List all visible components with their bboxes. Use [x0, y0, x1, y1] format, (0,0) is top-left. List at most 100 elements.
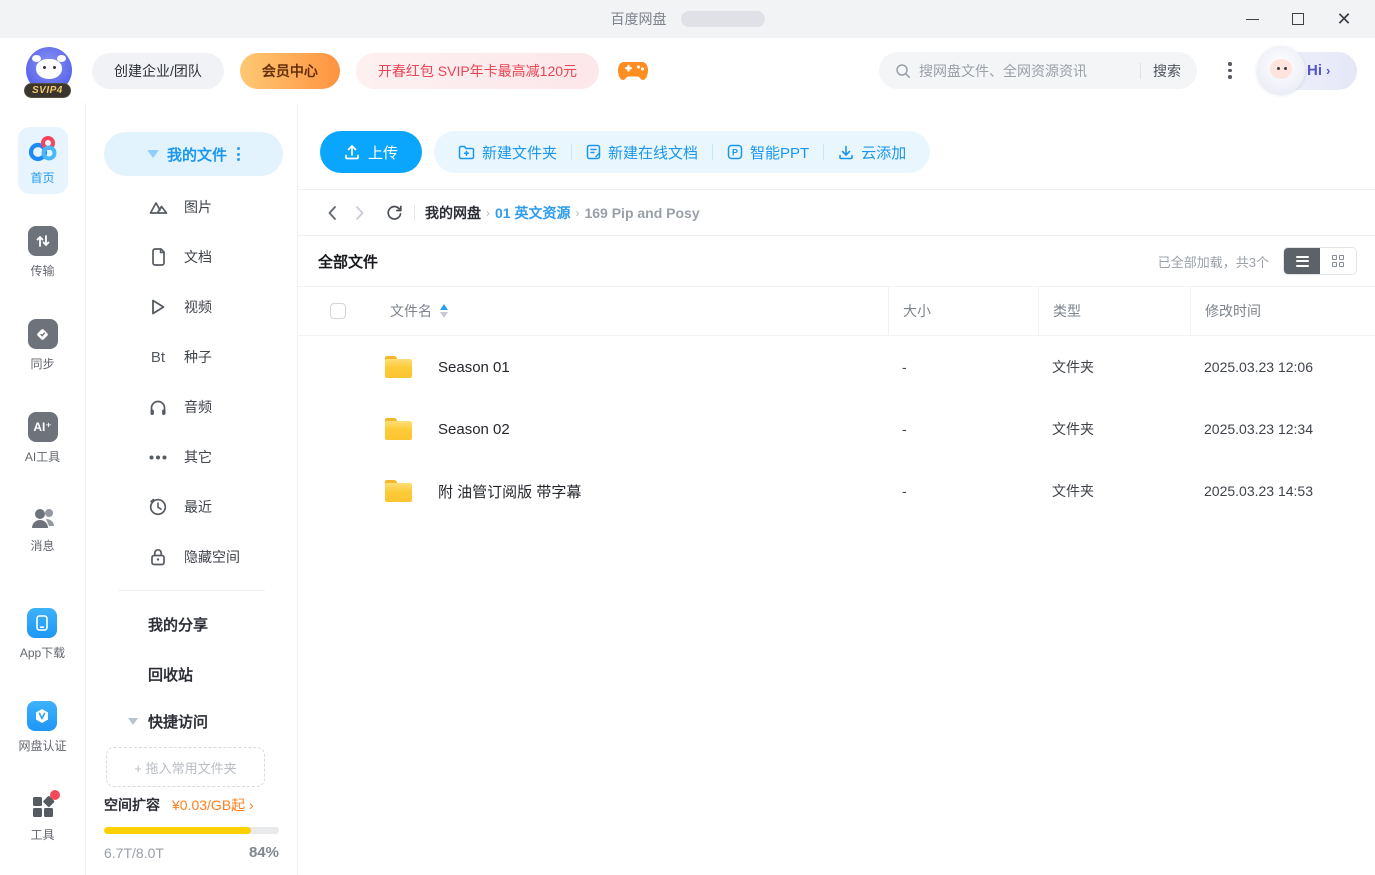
table-row[interactable]: Season 01 - 文件夹 2025.03.23 12:06	[298, 336, 1375, 398]
select-all-checkbox[interactable]	[330, 303, 346, 319]
app-download-icon	[27, 608, 57, 638]
sidebar: 我的文件 图片 文档 视频 Bt 种子	[86, 103, 298, 875]
breadcrumb-item-parent[interactable]: 01 英文资源	[495, 203, 570, 223]
file-name[interactable]: 附 油管订阅版 带字幕	[438, 481, 581, 502]
table-header-row: 文件名 大小 类型 修改时间	[298, 286, 1375, 336]
grid-view-button[interactable]	[1320, 248, 1356, 274]
storage-percent-text: 84%	[249, 844, 279, 861]
sort-icon[interactable]	[440, 304, 448, 318]
quick-access-label: 快捷访问	[148, 711, 208, 732]
folder-icon	[385, 356, 412, 378]
sidebar-item-label: 视频	[184, 297, 212, 317]
refresh-button[interactable]	[380, 199, 408, 227]
new-online-doc-label: 新建在线文档	[608, 142, 698, 163]
lock-icon	[148, 548, 168, 566]
smart-ppt-label: 智能PPT	[750, 142, 809, 163]
user-avatar[interactable]: SVIP4	[26, 47, 74, 95]
minimize-button[interactable]	[1229, 0, 1275, 38]
sidebar-item-label: 文档	[184, 247, 212, 267]
sidebar-item-torrents[interactable]: Bt 种子	[86, 332, 297, 382]
load-status-text: 已全部加载，共3个	[1158, 252, 1269, 271]
back-button[interactable]	[318, 199, 346, 227]
breadcrumb-separator: ›	[486, 206, 490, 220]
sidebar-item-documents[interactable]: 文档	[86, 232, 297, 282]
list-view-button[interactable]	[1284, 248, 1320, 274]
upload-button[interactable]: 上传	[320, 131, 422, 173]
maximize-button[interactable]	[1275, 0, 1321, 38]
rail-item-certification[interactable]: 网盘认证	[8, 693, 76, 762]
new-folder-button[interactable]: 新建文件夹	[444, 142, 571, 163]
game-center-button[interactable]	[617, 58, 649, 84]
svip-badge: SVIP4	[24, 83, 71, 98]
search-submit-button[interactable]: 搜索	[1153, 61, 1181, 81]
breadcrumb-item-root[interactable]: 我的网盘	[425, 203, 481, 223]
storage-expand-link[interactable]: 空间扩容	[104, 795, 160, 815]
close-button[interactable]: ✕	[1321, 0, 1367, 38]
assistant-chip[interactable]: Hi ›	[1261, 52, 1357, 90]
file-size: -	[888, 359, 1038, 375]
breadcrumb: 我的网盘 › 01 英文资源 › 169 Pip and Posy	[425, 203, 700, 223]
rail-item-transfer[interactable]: 传输	[18, 218, 68, 287]
minimize-icon	[1246, 19, 1259, 20]
rail-item-tools[interactable]: 工具	[20, 786, 66, 851]
breadcrumb-item-current: 169 Pip and Posy	[584, 205, 699, 221]
sidebar-item-label: 隐藏空间	[184, 547, 240, 567]
create-team-button[interactable]: 创建企业/团队	[92, 53, 224, 89]
promo-banner[interactable]: 开春红包 SVIP年卡最高减120元	[356, 53, 599, 89]
my-files-menu-icon[interactable]	[237, 147, 240, 161]
vip-center-button[interactable]: 会员中心	[240, 53, 340, 89]
sidebar-item-my-files[interactable]: 我的文件	[104, 132, 283, 176]
sidebar-item-label: 其它	[184, 447, 212, 467]
file-name[interactable]: Season 01	[438, 359, 510, 376]
new-folder-label: 新建文件夹	[482, 142, 557, 163]
audio-icon	[148, 399, 168, 416]
storage-progress-bar	[104, 827, 279, 834]
toolbar: 上传 新建文件夹 新建在线文档 P 智能PPT	[298, 131, 1375, 173]
sidebar-section-quick-access[interactable]: 快捷访问	[86, 699, 297, 743]
cloud-add-icon	[838, 144, 854, 160]
rail-item-messages[interactable]: 消息	[19, 497, 67, 562]
search-input[interactable]	[919, 63, 1128, 79]
rail-item-ai-tools[interactable]: AI⁺ AI工具	[15, 404, 70, 473]
more-menu-button[interactable]	[1213, 54, 1247, 88]
column-header-name[interactable]: 文件名	[390, 301, 432, 321]
new-online-doc-button[interactable]: 新建在线文档	[572, 142, 712, 163]
file-size: -	[888, 483, 1038, 499]
file-modified: 2025.03.23 12:06	[1190, 359, 1375, 375]
sidebar-item-other[interactable]: 其它	[86, 432, 297, 482]
rail-item-app-download[interactable]: App下载	[10, 600, 75, 669]
cloud-add-button[interactable]: 云添加	[824, 142, 920, 163]
file-name[interactable]: Season 02	[438, 421, 510, 438]
column-header-type[interactable]: 类型	[1038, 287, 1190, 335]
cloud-add-label: 云添加	[861, 142, 906, 163]
folder-icon	[385, 480, 412, 502]
assistant-label: Hi	[1307, 62, 1322, 79]
chevron-right-icon	[355, 205, 365, 221]
sidebar-item-recent[interactable]: 最近	[86, 482, 297, 532]
forward-button[interactable]	[346, 199, 374, 227]
rail-item-home[interactable]: 首页	[18, 127, 68, 194]
pictures-icon	[148, 199, 168, 215]
home-logo-icon	[28, 135, 58, 163]
quick-access-drop-zone[interactable]: + 拖入常用文件夹	[106, 747, 265, 787]
table-row[interactable]: 附 油管订阅版 带字幕 - 文件夹 2025.03.23 14:53	[298, 460, 1375, 522]
sidebar-item-hidden-space[interactable]: 隐藏空间	[86, 532, 297, 582]
column-header-size[interactable]: 大小	[888, 287, 1038, 335]
sidebar-item-pictures[interactable]: 图片	[86, 182, 297, 232]
sidebar-item-audio[interactable]: 音频	[86, 382, 297, 432]
table-row[interactable]: Season 02 - 文件夹 2025.03.23 12:34	[298, 398, 1375, 460]
search-box[interactable]: 搜索	[879, 52, 1197, 89]
column-header-modified[interactable]: 修改时间	[1190, 287, 1375, 335]
rail-item-sync[interactable]: 同步	[18, 311, 68, 380]
sidebar-item-label: 音频	[184, 397, 212, 417]
rail-label: 消息	[30, 537, 54, 554]
gamepad-icon	[617, 58, 649, 84]
sidebar-item-my-share[interactable]: 我的分享	[86, 599, 297, 649]
smart-ppt-button[interactable]: P 智能PPT	[713, 142, 823, 163]
smart-ppt-icon: P	[727, 144, 743, 160]
sidebar-item-videos[interactable]: 视频	[86, 282, 297, 332]
rail-label: 网盘认证	[18, 737, 66, 754]
storage-price-link[interactable]: ¥0.03/GB起 ›	[172, 795, 254, 815]
sidebar-item-recycle-bin[interactable]: 回收站	[86, 649, 297, 699]
svg-text:P: P	[732, 148, 738, 158]
